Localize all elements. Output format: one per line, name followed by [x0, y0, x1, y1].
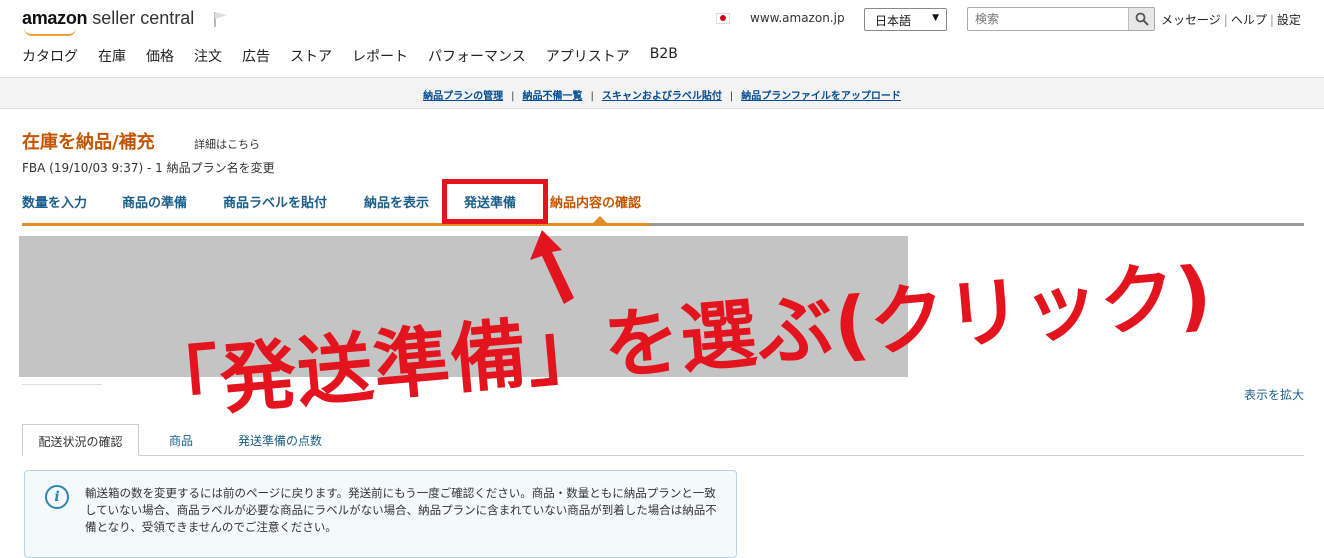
page-title: 在庫を納品/補充 [22, 132, 155, 153]
search-button[interactable] [1128, 8, 1154, 30]
step-label-products[interactable]: 商品ラベルを貼付 [223, 192, 327, 211]
expand-view-link[interactable]: 表示を拡大 [1244, 386, 1304, 403]
main-nav: カタログ 在庫 価格 注文 広告 ストア レポート パフォーマンス アプリストア… [22, 46, 698, 66]
nav-pricing[interactable]: 価格 [146, 46, 174, 66]
search-icon [1135, 12, 1149, 26]
divider [22, 384, 102, 385]
nav-catalog[interactable]: カタログ [22, 46, 78, 66]
steps-progress-line [22, 223, 650, 226]
caret-down-icon: ▼ [932, 13, 939, 23]
subnav-scan-label[interactable]: スキャンおよびラベル貼付 [602, 91, 722, 102]
nav-b2b[interactable]: B2B [650, 46, 678, 66]
subnav-upload-file[interactable]: 納品プランファイルをアップロード [741, 91, 901, 102]
nav-appstore[interactable]: アプリストア [546, 46, 630, 66]
nav-inventory[interactable]: 在庫 [98, 46, 126, 66]
marketplace-domain[interactable]: www.amazon.jp [750, 11, 845, 25]
search-input[interactable] [968, 8, 1128, 30]
step-view-shipments[interactable]: 納品を表示 [364, 192, 429, 211]
nav-orders[interactable]: 注文 [194, 46, 222, 66]
search-box[interactable] [967, 7, 1155, 31]
subnav-manage-plans[interactable]: 納品プランの管理 [423, 91, 503, 102]
annotation-highlight-box [442, 179, 548, 224]
subnav-problems[interactable]: 納品不備一覧 [522, 91, 582, 102]
nav-performance[interactable]: パフォーマンス [428, 46, 526, 66]
step-enter-quantity[interactable]: 数量を入力 [22, 192, 87, 211]
info-alert: i 輸送箱の数を変更するには前のページに戻ります。発送前にもう一度ご確認ください… [24, 470, 737, 558]
amazon-seller-central-logo[interactable]: amazon seller central [22, 8, 194, 36]
flag-icon[interactable] [212, 10, 230, 28]
info-alert-text: 輸送箱の数を変更するには前のページに戻ります。発送前にもう一度ご確認ください。商… [85, 486, 717, 534]
top-links: メッセージ | ヘルプ | 設定 [1161, 13, 1301, 27]
settings-link[interactable]: 設定 [1277, 13, 1301, 27]
nav-stores[interactable]: ストア [290, 46, 332, 66]
language-select[interactable]: 日本語 ▼ [864, 8, 947, 31]
step-prepare-products[interactable]: 商品の準備 [122, 192, 187, 211]
sub-navigation-bar: 納品プランの管理 | 納品不備一覧 | スキャンおよびラベル貼付 | 納品プランファイルをア… [0, 77, 1324, 109]
nav-advertising[interactable]: 広告 [242, 46, 270, 66]
current-step-pointer [593, 216, 607, 223]
japan-flag-icon [716, 13, 730, 24]
details-link[interactable]: 詳細はこちら [194, 136, 260, 152]
help-link[interactable]: ヘルプ [1231, 13, 1267, 27]
nav-reports[interactable]: レポート [352, 46, 408, 66]
shipment-plan-line: FBA (19/10/03 9:37) - 1 納品プラン名を変更 [22, 161, 275, 175]
info-icon: i [45, 485, 69, 509]
tab-shipping-status[interactable]: 配送状況の確認 [22, 424, 139, 456]
step-summary[interactable]: 納品内容の確認 [550, 192, 641, 211]
messages-link[interactable]: メッセージ [1161, 13, 1221, 27]
steps-remaining-line [650, 223, 1304, 226]
language-value: 日本語 [875, 14, 912, 28]
